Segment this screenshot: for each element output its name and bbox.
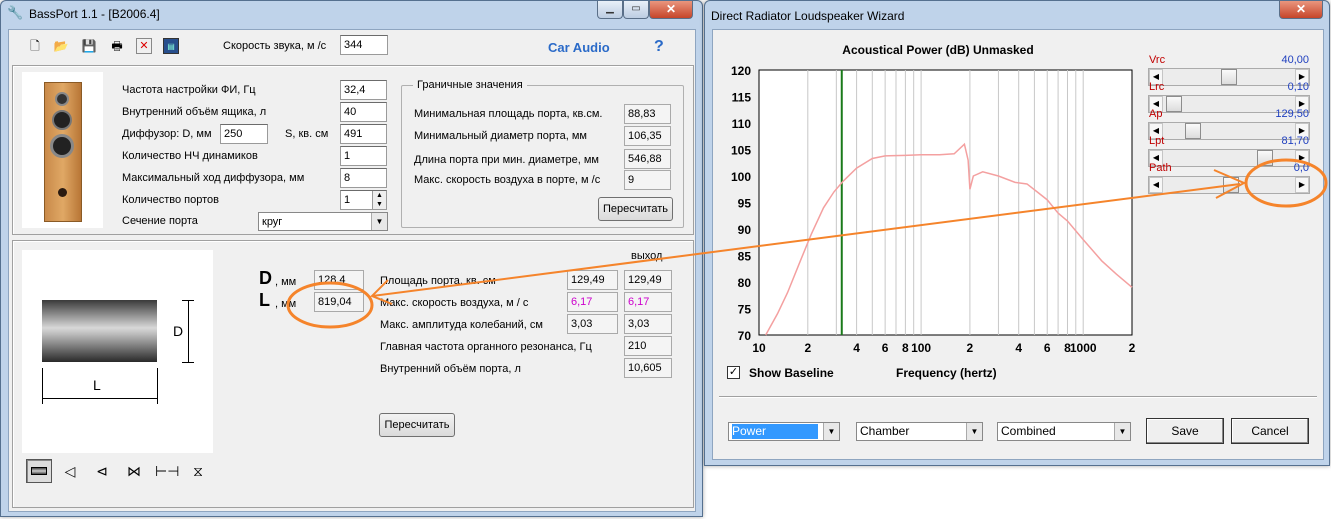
annotation-arrow [371, 183, 1241, 297]
annotation-arrowhead-left [370, 279, 393, 305]
annotation-overlay [286, 158, 1328, 329]
highlight-ellipse-lpt [1244, 158, 1328, 208]
highlight-ellipse-length [286, 281, 374, 329]
